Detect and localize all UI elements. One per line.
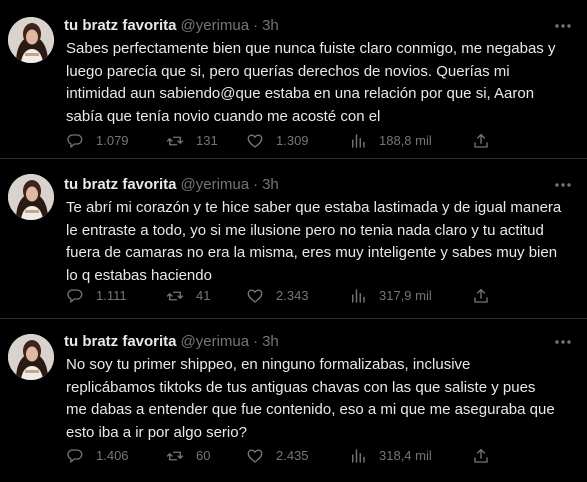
reply-count: 1.406	[96, 448, 129, 463]
tweet-text: Te abrí mi corazón y te hice saber que e…	[66, 199, 562, 284]
more-horizontal-icon	[555, 24, 571, 28]
avatar[interactable]	[8, 334, 54, 380]
views-chart-icon	[352, 134, 365, 148]
tweet[interactable]: tu bratz favorita @yerimua · 3h Te abrí mi …	[0, 158, 587, 318]
author-handle[interactable]: @yerimua	[181, 333, 250, 350]
tweet[interactable]: tu bratz favorita @yerimua · 3h Sabes perfe…	[0, 0, 587, 158]
tweet-actions: 1.079 131 1.309 188,8 mil	[66, 131, 578, 151]
like-count: 2.343	[276, 288, 309, 303]
share-button[interactable]	[472, 446, 490, 466]
tweet-actions: 1.111 41 2.343 317,9 mil	[66, 286, 578, 306]
reply-count: 1.111	[96, 288, 127, 303]
share-button[interactable]	[472, 286, 490, 306]
more-horizontal-icon	[555, 183, 571, 187]
timestamp[interactable]: 3h	[262, 176, 279, 193]
reply-count: 1.079	[96, 133, 129, 148]
tweet[interactable]: tu bratz favorita @yerimua · 3h No soy tu p…	[0, 318, 587, 482]
views-button[interactable]: 318,4 mil	[349, 446, 432, 466]
reply-button[interactable]: 1.111	[66, 286, 127, 306]
reply-icon	[67, 134, 83, 148]
tweet-text: No soy tu primer shippeo, en ninguno for…	[66, 356, 555, 441]
like-count: 1.309	[276, 133, 309, 148]
heart-icon	[247, 289, 263, 303]
separator-dot: ·	[253, 17, 259, 34]
views-count: 318,4 mil	[379, 448, 432, 463]
retweet-button[interactable]: 41	[166, 286, 210, 306]
tweet-text: Sabes perfectamente bien que nunca fuist…	[66, 40, 556, 125]
views-button[interactable]: 317,9 mil	[349, 286, 432, 306]
retweet-icon	[166, 136, 184, 146]
heart-icon	[247, 449, 263, 463]
author-handle[interactable]: @yerimua	[181, 17, 250, 34]
tweet-header: tu bratz favorita @yerimua · 3h	[64, 175, 279, 195]
timestamp[interactable]: 3h	[262, 17, 279, 34]
reply-button[interactable]: 1.079	[66, 131, 129, 151]
tweet-header: tu bratz favorita @yerimua · 3h	[64, 16, 279, 36]
tweet-header: tu bratz favorita @yerimua · 3h	[64, 332, 279, 352]
views-chart-icon	[352, 289, 365, 303]
retweet-button[interactable]: 60	[166, 446, 210, 466]
separator-dot: ·	[253, 333, 259, 350]
heart-icon	[247, 134, 263, 148]
views-button[interactable]: 188,8 mil	[349, 131, 432, 151]
views-count: 317,9 mil	[379, 288, 432, 303]
avatar[interactable]	[8, 174, 54, 220]
more-options-button[interactable]	[553, 16, 573, 36]
share-button[interactable]	[472, 131, 490, 151]
like-count: 2.435	[276, 448, 309, 463]
retweet-count: 60	[196, 448, 211, 463]
reply-icon	[67, 449, 83, 463]
reply-button[interactable]: 1.406	[66, 446, 129, 466]
retweet-count: 41	[196, 288, 211, 303]
retweet-icon	[166, 291, 184, 301]
author-name[interactable]: tu bratz favorita	[64, 333, 177, 350]
reply-icon	[67, 289, 83, 303]
like-button[interactable]: 1.309	[246, 131, 309, 151]
share-icon	[474, 288, 488, 303]
more-horizontal-icon	[555, 340, 571, 344]
tweet-actions: 1.406 60 2.435 318,4 mil	[66, 446, 578, 466]
retweet-count: 131	[196, 133, 218, 148]
timestamp[interactable]: 3h	[262, 333, 279, 350]
views-count: 188,8 mil	[379, 133, 432, 148]
views-chart-icon	[352, 449, 365, 463]
like-button[interactable]: 2.343	[246, 286, 309, 306]
author-handle[interactable]: @yerimua	[181, 176, 250, 193]
author-name[interactable]: tu bratz favorita	[64, 17, 177, 34]
author-name[interactable]: tu bratz favorita	[64, 176, 177, 193]
retweet-button[interactable]: 131	[166, 131, 218, 151]
separator-dot: ·	[253, 176, 259, 193]
more-options-button[interactable]	[553, 175, 573, 195]
like-button[interactable]: 2.435	[246, 446, 309, 466]
retweet-icon	[166, 451, 184, 461]
share-icon	[474, 448, 488, 463]
share-icon	[474, 133, 488, 148]
more-options-button[interactable]	[553, 332, 573, 352]
avatar[interactable]	[8, 17, 54, 63]
